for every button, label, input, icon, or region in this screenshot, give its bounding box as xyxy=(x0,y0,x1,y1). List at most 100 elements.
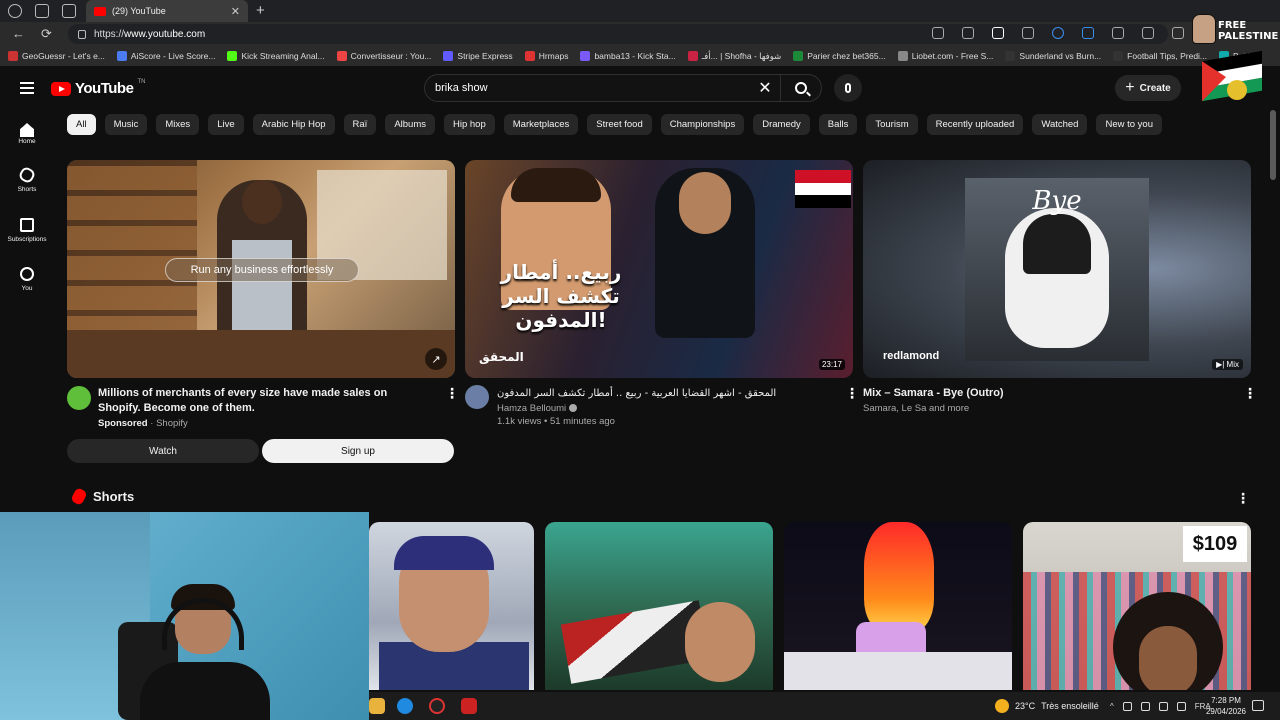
bookmark-item[interactable]: Stripe Express xyxy=(443,51,513,61)
bookmark-item[interactable]: Parier chez bet365... xyxy=(793,51,886,61)
split-screen-icon[interactable] xyxy=(1142,27,1154,39)
bookmark-item[interactable]: GeoGuessr - Let's e... xyxy=(8,51,105,61)
reload-icon[interactable]: ⟳ xyxy=(41,26,52,42)
logo-region: TN xyxy=(137,78,146,85)
tab-actions-icon[interactable] xyxy=(62,4,76,18)
bookmark-item[interactable]: Kick Streaming Anal... xyxy=(227,51,325,61)
chip-live[interactable]: Live xyxy=(208,114,244,135)
chip-albums[interactable]: Albums xyxy=(385,114,435,135)
more-actions-icon[interactable]: ⋮ xyxy=(845,386,859,400)
site-info-icon[interactable] xyxy=(78,29,86,39)
weather-widget[interactable]: 23°C Très ensoleillé xyxy=(995,699,1099,713)
app-icon[interactable] xyxy=(932,27,944,39)
guide-item-subscriptions[interactable]: Subscriptions xyxy=(0,218,54,243)
more-actions-icon[interactable]: ⋮ xyxy=(445,386,459,400)
guide-item-shorts[interactable]: Shorts xyxy=(0,165,54,193)
video-meta: المحقق - اشهر القضايا العربية - ربيع .. … xyxy=(497,386,827,427)
chip-arabic-hip-hop[interactable]: Arabic Hip Hop xyxy=(252,114,335,135)
refresh-extension-icon[interactable] xyxy=(1112,27,1124,39)
video-thumbnail[interactable]: ربيع.. أمطار تكشف السر المدفون! المحقق 2… xyxy=(465,160,853,378)
microphone-icon[interactable] xyxy=(1140,702,1150,711)
close-tab-icon[interactable]: ✕ xyxy=(231,5,240,18)
extension-icon[interactable] xyxy=(1052,27,1064,39)
short-thumbnail[interactable] xyxy=(784,522,1012,690)
extension-icon[interactable] xyxy=(1082,27,1094,39)
clock[interactable]: 7:28 PM 29/04/2026 xyxy=(1200,695,1252,717)
bookmark-label: Stripe Express xyxy=(457,51,513,61)
chip-recently-uploaded[interactable]: Recently uploaded xyxy=(926,114,1024,135)
video-title[interactable]: المحقق - اشهر القضايا العربية - ربيع .. … xyxy=(497,386,827,401)
chevron-up-icon[interactable]: ^ xyxy=(1110,702,1114,711)
chip-marketplaces[interactable]: Marketplaces xyxy=(503,114,579,135)
battery-icon[interactable] xyxy=(1176,702,1186,711)
back-icon[interactable]: ← xyxy=(12,26,25,41)
chip-hip-hop[interactable]: Hip hop xyxy=(444,114,495,135)
chip-dramedy[interactable]: Dramedy xyxy=(753,114,810,135)
thumbnail-text: Bye xyxy=(1032,186,1082,216)
chip-street-food[interactable]: Street food xyxy=(587,114,652,135)
bookmark-favicon xyxy=(897,51,908,61)
short-thumbnail[interactable]: $109 xyxy=(1023,522,1251,690)
guide-item-you[interactable]: You xyxy=(0,267,54,292)
tab-title: (29) YouTube xyxy=(112,6,166,16)
bookmark-item[interactable]: AiScore - Live Score... xyxy=(116,51,215,61)
channel-name[interactable]: Hamza Belloumi xyxy=(497,403,827,414)
bookmark-item[interactable]: أفـ... | Shofha - شوفها xyxy=(687,51,781,62)
chip-raï[interactable]: Raï xyxy=(343,114,377,135)
chip-new-to-you[interactable]: New to you xyxy=(1096,114,1162,135)
network-icon[interactable] xyxy=(1122,702,1132,711)
signup-button[interactable]: Sign up xyxy=(262,439,454,463)
watch-button[interactable]: Watch xyxy=(67,439,259,463)
extension-icon[interactable] xyxy=(992,27,1004,39)
avatar[interactable] xyxy=(1227,80,1247,100)
bookmark-item[interactable]: Convertisseur : You... xyxy=(336,51,431,61)
edge-icon[interactable] xyxy=(397,698,413,714)
browser-tab-youtube[interactable]: (29) YouTube ✕ xyxy=(86,0,248,22)
notification-icon[interactable] xyxy=(1252,700,1264,711)
app-icon[interactable] xyxy=(461,698,477,714)
mix-thumbnail[interactable]: Bye redlamond ▶| Mix xyxy=(863,160,1251,378)
chip-balls[interactable]: Balls xyxy=(818,114,858,135)
file-explorer-icon[interactable] xyxy=(369,698,385,714)
shopify-avatar[interactable] xyxy=(67,386,91,410)
bookmark-item[interactable]: Sunderland vs Burn... xyxy=(1005,51,1101,61)
plus-icon: + xyxy=(1125,79,1135,96)
external-link-icon[interactable]: ↗ xyxy=(425,348,447,370)
more-actions-icon[interactable]: ⋮ xyxy=(1243,386,1257,400)
ad-title[interactable]: Millions of merchants of every size have… xyxy=(98,386,428,416)
extension-icon[interactable] xyxy=(1022,27,1034,39)
mix-title[interactable]: Mix – Samara - Bye (Outro) xyxy=(863,386,1223,401)
bookmark-item[interactable]: bamba13 - Kick Sta... xyxy=(580,51,676,61)
new-tab-button[interactable]: + xyxy=(256,2,265,19)
favorites-icon[interactable] xyxy=(1172,27,1184,39)
chip-music[interactable]: Music xyxy=(104,114,148,135)
chip-all[interactable]: All xyxy=(67,114,96,135)
chip-championships[interactable]: Championships xyxy=(660,114,745,135)
clear-search-icon[interactable]: ✕ xyxy=(750,78,780,98)
chip-watched[interactable]: Watched xyxy=(1032,114,1088,135)
volume-icon[interactable] xyxy=(1158,702,1168,711)
guide-item-label: Shorts xyxy=(17,186,37,193)
voice-search-button[interactable] xyxy=(834,74,862,102)
page-scrollbar[interactable] xyxy=(1270,110,1276,180)
channel-avatar[interactable] xyxy=(465,385,489,409)
chip-tourism[interactable]: Tourism xyxy=(866,114,918,135)
favorite-star-icon[interactable] xyxy=(962,27,974,39)
chip-mixes[interactable]: Mixes xyxy=(156,114,200,135)
bookmark-item[interactable]: Liobet.com - Free S... xyxy=(897,51,993,61)
short-thumbnail[interactable] xyxy=(369,522,534,690)
bookmark-item[interactable]: Hrmaps xyxy=(524,51,568,61)
husky-image xyxy=(1005,208,1109,348)
guide-item-home[interactable]: Home xyxy=(0,120,54,145)
ad-thumbnail[interactable]: Run any business effortlessly ↗ xyxy=(67,160,455,378)
guide-menu-icon[interactable] xyxy=(20,82,34,94)
shorts-more-icon[interactable]: ⋮ xyxy=(1236,490,1250,507)
youtube-logo[interactable]: YouTube TN xyxy=(51,78,146,97)
search-button[interactable] xyxy=(781,75,821,101)
create-button[interactable]: + Create xyxy=(1115,75,1181,101)
short-thumbnail[interactable] xyxy=(545,522,773,690)
recorder-icon[interactable] xyxy=(429,698,445,714)
profile-icon[interactable] xyxy=(8,4,22,18)
workspaces-icon[interactable] xyxy=(35,4,49,18)
search-input[interactable] xyxy=(435,82,750,94)
